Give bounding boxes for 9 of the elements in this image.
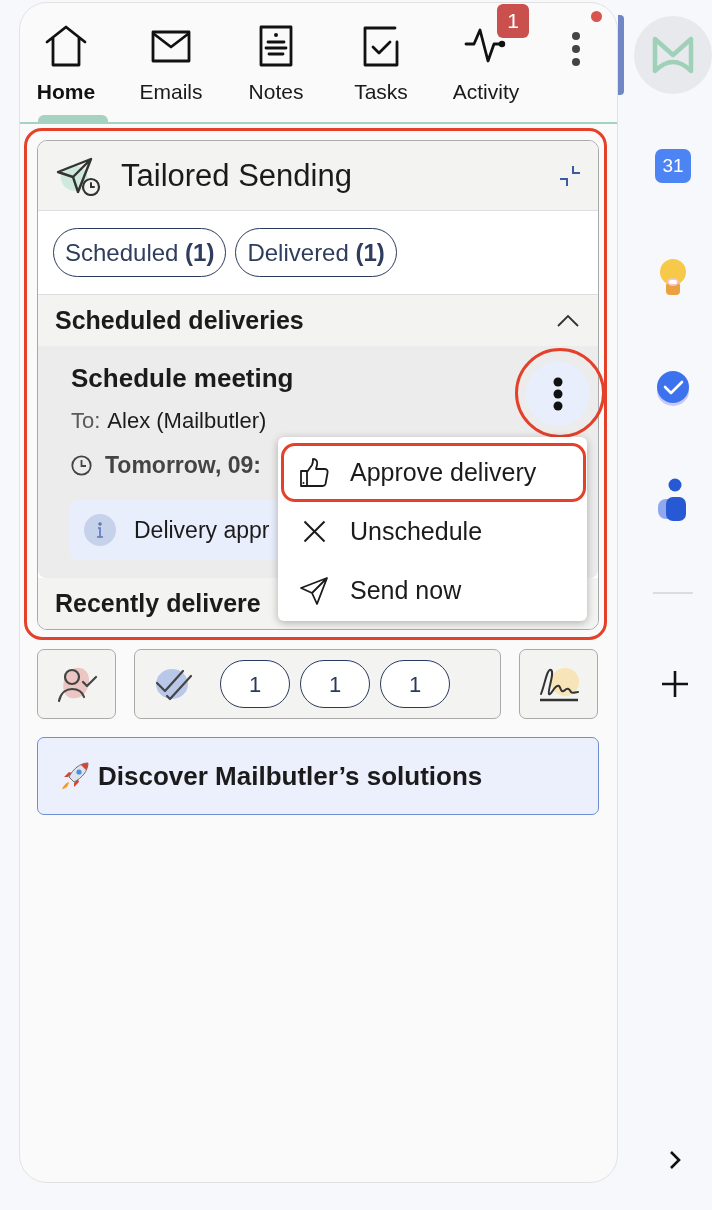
notification-badge: 1 xyxy=(497,4,529,38)
recipient-name: Alex (Mailbutler) xyxy=(107,406,267,435)
section-title: Scheduled deliveries xyxy=(55,304,304,336)
recipient-label: To: xyxy=(71,406,101,435)
card-title: Tailored Sending xyxy=(121,157,352,194)
scheduled-time: Tomorrow, 09: xyxy=(105,450,261,480)
delivery-title: Schedule meeting xyxy=(71,363,295,393)
notice-text: Delivery appr xyxy=(134,515,270,545)
section-title: Recently delivere xyxy=(55,587,261,619)
